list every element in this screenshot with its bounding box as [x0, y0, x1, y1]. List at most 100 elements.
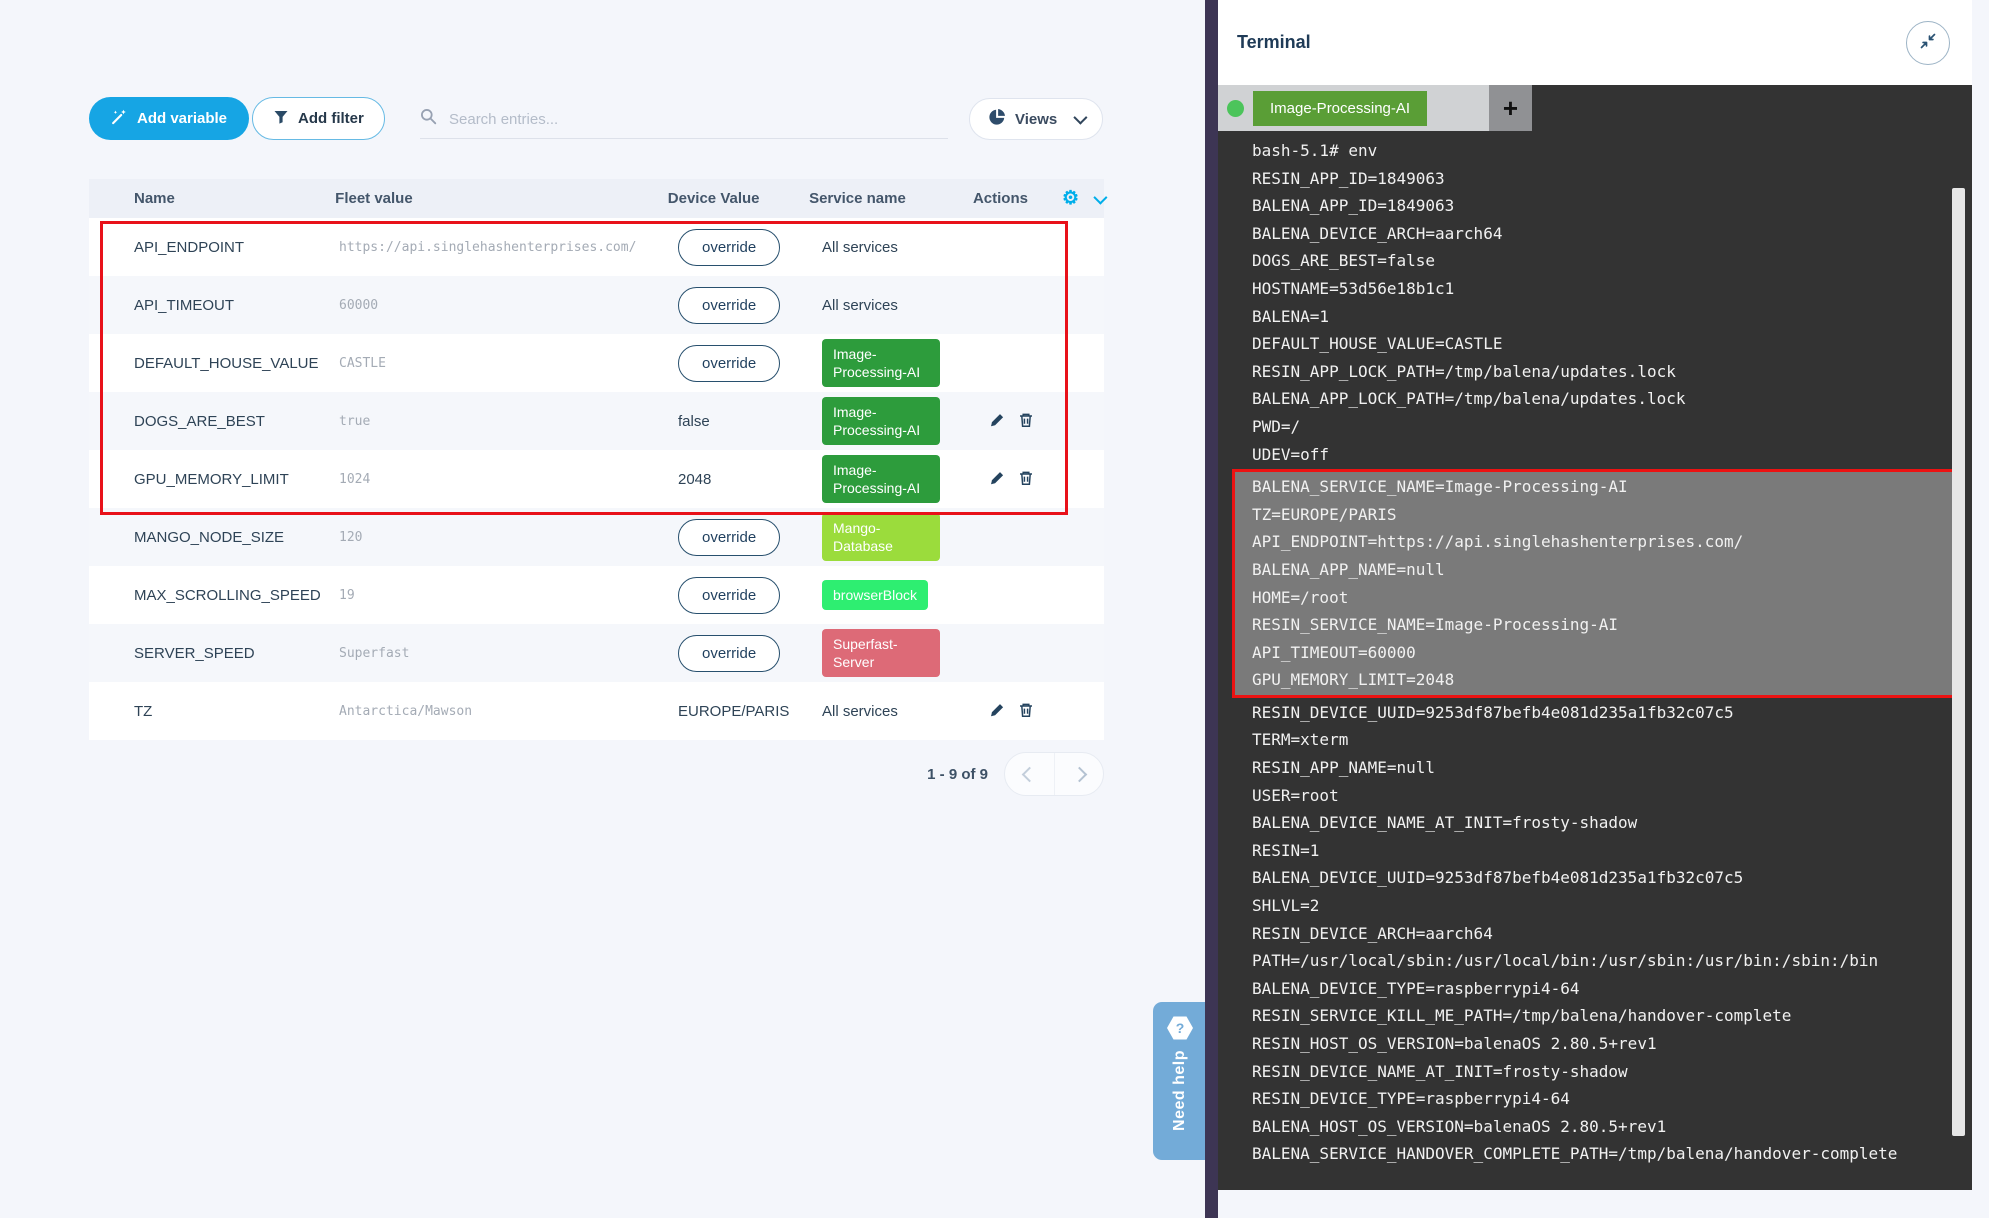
chevron-down-icon[interactable] [1093, 190, 1107, 204]
variables-page: Add variable Add filter Views Name Fleet… [0, 0, 1205, 1218]
device-value: EUROPE/PARIS [678, 703, 789, 720]
chevron-down-icon [1074, 111, 1088, 125]
fleet-value: CASTLE [339, 356, 678, 371]
delete-button[interactable] [1018, 470, 1034, 489]
views-pie-icon [988, 108, 1006, 130]
column-header-device-value[interactable]: Device Value [668, 190, 809, 208]
terminal-line: RESIN_HOST_OS_VERSION=balenaOS 2.80.5+re… [1252, 1030, 1972, 1058]
column-header-service-name[interactable]: Service name [809, 190, 973, 208]
terminal-line: HOME=/root [1252, 584, 1955, 612]
terminal-line: BALENA_DEVICE_UUID=9253df87befb4e081d235… [1252, 864, 1972, 892]
chevron-right-icon [1071, 766, 1087, 782]
table-row: TZ Antarctica/Mawson EUROPE/PARIS All se… [89, 682, 1104, 740]
sort-icon [1037, 190, 1045, 208]
variable-name: API_ENDPOINT [89, 239, 339, 256]
add-filter-button[interactable]: Add filter [252, 97, 385, 140]
terminal-line: RESIN_DEVICE_UUID=9253df87befb4e081d235a… [1252, 699, 1972, 727]
service-badge: Image-Processing-AI [822, 455, 940, 503]
service-badge: browserBlock [822, 580, 928, 610]
variables-table: Name Fleet value Device Value Service na… [89, 179, 1104, 740]
edit-button[interactable] [989, 470, 1005, 489]
filter-funnel-icon [273, 109, 289, 129]
terminal-line: BALENA_APP_NAME=null [1252, 556, 1955, 584]
terminal-line: HOSTNAME=53d56e18b1c1 [1252, 275, 1972, 303]
terminal-line: API_ENDPOINT=https://api.singlehashenter… [1252, 528, 1955, 556]
terminal-scrollbar[interactable] [1952, 188, 1965, 1136]
table-row: DOGS_ARE_BEST true false Image-Processin… [89, 392, 1104, 450]
gear-icon[interactable]: ⚙ [1062, 189, 1079, 208]
search-input[interactable] [447, 110, 948, 129]
search-field [420, 100, 948, 139]
trash-icon [1018, 702, 1034, 721]
delete-button[interactable] [1018, 702, 1034, 721]
need-help-label: Need help [1171, 1050, 1189, 1131]
variable-name: GPU_MEMORY_LIMIT [89, 471, 339, 488]
column-label: Name [134, 190, 175, 207]
add-filter-label: Add filter [298, 110, 364, 127]
terminal-line: BALENA_DEVICE_NAME_AT_INIT=frosty-shadow [1252, 809, 1972, 837]
views-button[interactable]: Views [969, 98, 1103, 140]
table-row: GPU_MEMORY_LIMIT 1024 2048 Image-Process… [89, 450, 1104, 508]
override-button[interactable]: override [678, 577, 780, 614]
need-help-tab[interactable]: ? Need help [1153, 1002, 1207, 1160]
override-button[interactable]: override [678, 635, 780, 672]
terminal-line: DOGS_ARE_BEST=false [1252, 247, 1972, 275]
column-header-fleet-value[interactable]: Fleet value [335, 190, 668, 208]
device-value: 2048 [678, 471, 711, 488]
fleet-value: 120 [339, 530, 678, 545]
service-badge: Image-Processing-AI [822, 339, 940, 387]
terminal-line: UDEV=off [1252, 441, 1972, 469]
table-body: API_ENDPOINT https://api.singlehashenter… [89, 218, 1104, 740]
search-icon [420, 108, 437, 130]
online-status-dot [1227, 100, 1244, 117]
service-name: All services [822, 703, 898, 720]
terminal-line: BALENA_DEVICE_TYPE=raspberrypi4-64 [1252, 975, 1972, 1003]
new-terminal-tab-button[interactable]: + [1489, 85, 1532, 131]
edit-button[interactable] [989, 702, 1005, 721]
terminal-line: RESIN_DEVICE_NAME_AT_INIT=frosty-shadow [1252, 1058, 1972, 1086]
service-badge: Superfast-Server [822, 629, 940, 677]
terminal-line: RESIN_APP_ID=1849063 [1252, 165, 1972, 193]
terminal-line: BALENA_APP_LOCK_PATH=/tmp/balena/updates… [1252, 385, 1972, 413]
terminal-line: RESIN_DEVICE_TYPE=raspberrypi4-64 [1252, 1085, 1972, 1113]
override-button[interactable]: override [678, 345, 780, 382]
trash-icon [1018, 412, 1034, 431]
add-variable-button[interactable]: Add variable [89, 97, 249, 140]
table-row: API_TIMEOUT 60000 override All services [89, 276, 1104, 334]
override-button[interactable]: override [678, 287, 780, 324]
column-label: Service name [809, 190, 906, 207]
override-button[interactable]: override [678, 229, 780, 266]
terminal-line: RESIN_SERVICE_NAME=Image-Processing-AI [1252, 611, 1955, 639]
terminal-line: PWD=/ [1252, 413, 1972, 441]
terminal-line: BALENA_HOST_OS_VERSION=balenaOS 2.80.5+r… [1252, 1113, 1972, 1141]
prev-page-button[interactable] [1005, 753, 1054, 795]
terminal-line: BALENA_SERVICE_NAME=Image-Processing-AI [1252, 473, 1955, 501]
terminal-line: DEFAULT_HOUSE_VALUE=CASTLE [1252, 330, 1972, 358]
override-button[interactable]: override [678, 519, 780, 556]
variable-name: DOGS_ARE_BEST [89, 413, 339, 430]
panel-divider [1205, 0, 1218, 1218]
table-header: Name Fleet value Device Value Service na… [89, 179, 1104, 218]
service-name: All services [822, 297, 898, 314]
variable-name: TZ [89, 703, 339, 720]
terminal-tab-image-processing-ai[interactable]: Image-Processing-AI [1253, 91, 1427, 126]
terminal-line: API_TIMEOUT=60000 [1252, 639, 1955, 667]
column-header-name[interactable]: Name [89, 190, 335, 208]
question-hexagon-icon: ? [1167, 1016, 1193, 1040]
next-page-button[interactable] [1054, 753, 1103, 795]
table-row: DEFAULT_HOUSE_VALUE CASTLE override Imag… [89, 334, 1104, 392]
collapse-arrows-icon [1918, 31, 1938, 54]
fleet-value: 60000 [339, 298, 678, 313]
variable-name: SERVER_SPEED [89, 645, 339, 662]
env-highlight-region: BALENA_SERVICE_NAME=Image-Processing-AIT… [1232, 469, 1958, 698]
collapse-terminal-button[interactable] [1906, 21, 1950, 65]
terminal-line: SHLVL=2 [1252, 892, 1972, 920]
delete-button[interactable] [1018, 412, 1034, 431]
edit-button[interactable] [989, 412, 1005, 431]
chevron-left-icon [1022, 766, 1038, 782]
terminal-line: BALENA_SERVICE_HANDOVER_COMPLETE_PATH=/t… [1252, 1140, 1972, 1168]
terminal-title: Terminal [1237, 32, 1311, 53]
column-header-actions[interactable]: Actions ⚙ [973, 189, 1104, 208]
column-label: Device Value [668, 190, 760, 207]
terminal-line: RESIN=1 [1252, 837, 1972, 865]
